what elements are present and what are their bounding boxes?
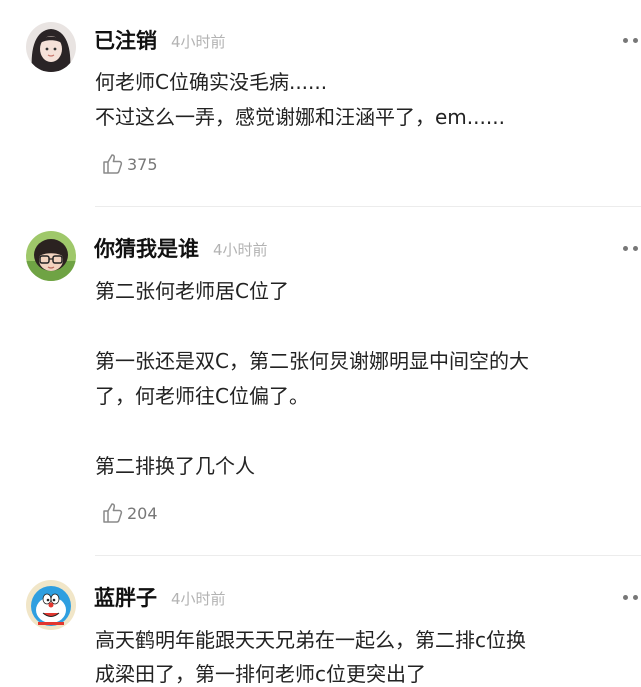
username[interactable]: 已注销 4小时前 (94, 28, 226, 56)
more-dots-icon[interactable] (623, 595, 641, 601)
comment-text-line: 第二排换了几个人 (95, 454, 255, 478)
timestamp: 4小时前 (171, 590, 226, 608)
like-count: 204 (127, 503, 158, 523)
avatar[interactable] (26, 580, 76, 630)
comment-text-line: 第一张还是双C，第二张何炅谢娜明显中间空的大 (95, 349, 529, 373)
like-button[interactable]: 204 (101, 500, 158, 526)
username[interactable]: 你猜我是谁 4小时前 (94, 236, 268, 264)
timestamp: 4小时前 (171, 33, 226, 51)
thumbs-up-icon (103, 503, 123, 523)
like-button[interactable]: 375 (101, 151, 158, 177)
comment-text-line: 不过这么一弄，感觉谢娜和汪涵平了，em...... (95, 105, 505, 129)
divider (95, 555, 641, 556)
more-dots-icon[interactable] (623, 246, 641, 252)
avatar[interactable] (26, 231, 76, 281)
comment-text-line: 何老师C位确实没毛病...... (95, 70, 328, 94)
username-text[interactable]: 你猜我是谁 (94, 237, 199, 261)
like-count: 375 (127, 154, 158, 174)
username[interactable]: 蓝胖子 4小时前 (94, 585, 226, 613)
username-text[interactable]: 蓝胖子 (94, 586, 157, 610)
comment-text-line: 高天鹤明年能跟天天兄弟在一起么，第二排c位换 (95, 628, 526, 652)
username-text[interactable]: 已注销 (94, 29, 157, 53)
divider (95, 206, 641, 207)
avatar[interactable] (26, 22, 76, 72)
comment-text-line: 成梁田了，第一排何老师c位更突出了 (95, 662, 426, 686)
thumbs-up-icon (103, 154, 123, 174)
comment-text-line: 了，何老师往C位偏了。 (95, 384, 309, 408)
more-dots-icon[interactable] (623, 38, 641, 44)
comment-text-line: 第二张何老师居C位了 (95, 279, 289, 303)
timestamp: 4小时前 (213, 241, 268, 259)
